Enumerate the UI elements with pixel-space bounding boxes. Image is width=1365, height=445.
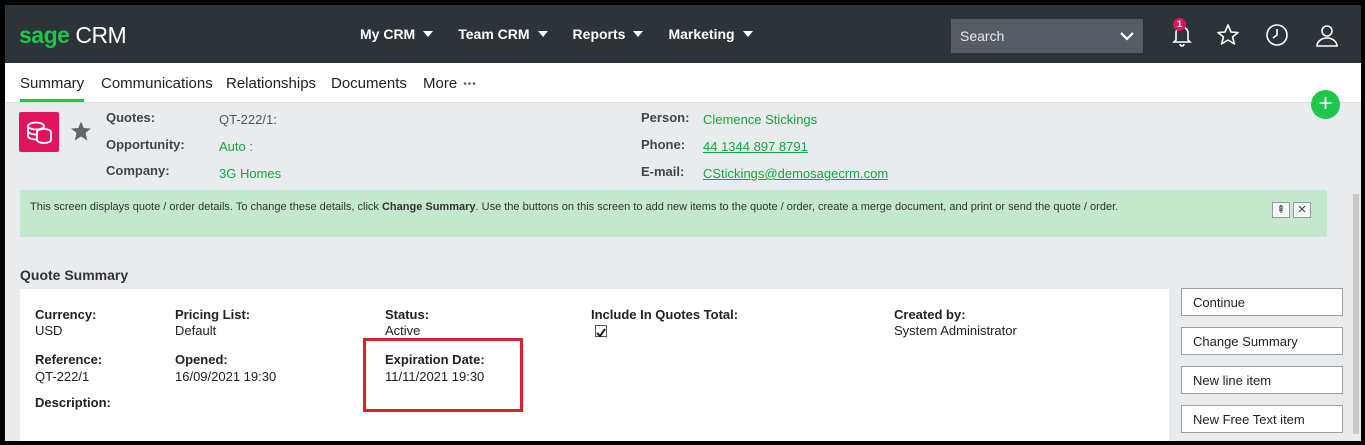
main-nav: My CRM Team CRM Reports Marketing (360, 5, 778, 63)
tab-communications[interactable]: Communications (101, 75, 213, 92)
include-quotes-total-label: Include In Quotes Total: (591, 307, 739, 322)
notification-badge: 1 (1173, 18, 1186, 31)
phone-link[interactable]: 44 1344 897 8791 (703, 139, 808, 154)
opportunity-label: Opportunity: (106, 137, 185, 152)
reference-value: QT-222/1 (35, 369, 90, 384)
description-label: Description: (35, 395, 111, 410)
section-title: Quote Summary (20, 267, 129, 283)
nav-my-crm[interactable]: My CRM (360, 26, 434, 42)
new-line-item-button[interactable]: New line item (1181, 366, 1343, 394)
coins-icon (19, 112, 59, 152)
status-value: Active (385, 323, 421, 338)
vertical-scrollbar[interactable] (1352, 190, 1361, 441)
caret-down-icon (633, 31, 644, 37)
search-input[interactable] (951, 28, 1111, 44)
plus-icon: + (1318, 90, 1333, 117)
nav-marketing[interactable]: Marketing (668, 26, 753, 42)
check-icon (596, 328, 606, 338)
info-banner: This screen displays quote / order detai… (20, 190, 1327, 237)
opened-label: Opened: (175, 352, 228, 367)
tab-summary[interactable]: Summary (20, 75, 85, 102)
caret-down-icon (742, 31, 753, 37)
highlight-box (363, 338, 523, 412)
close-icon[interactable]: ✕ (1293, 202, 1311, 218)
currency-value: USD (35, 323, 63, 338)
opportunity-value[interactable]: Auto : (219, 139, 253, 154)
clock-icon[interactable] (1264, 22, 1290, 48)
currency-label: Currency: (35, 307, 97, 322)
company-label: Company: (106, 163, 170, 178)
sage-crm-logo[interactable]: sage CRM (19, 22, 127, 49)
email-link[interactable]: CStickings@demosagecrm.com (703, 166, 888, 181)
search-box (951, 19, 1143, 53)
info-message: This screen displays quote / order detai… (30, 201, 1119, 213)
status-label: Status: (385, 307, 430, 322)
user-icon[interactable] (1314, 22, 1340, 48)
person-value[interactable]: Clemence Stickings (703, 112, 817, 127)
add-button[interactable]: + (1311, 90, 1340, 119)
pricing-list-value: Default (175, 323, 217, 338)
scrollbar-thumb[interactable] (1353, 194, 1359, 434)
more-dots-icon: ••• (463, 78, 477, 90)
include-quotes-total-checkbox (595, 325, 607, 338)
star-icon[interactable] (1215, 22, 1241, 48)
expand-help-icon[interactable]: ⇞ (1272, 202, 1290, 218)
tab-more[interactable]: More ••• (423, 75, 477, 92)
continue-button[interactable]: Continue (1181, 288, 1343, 316)
pricing-list-label: Pricing List: (175, 307, 251, 322)
person-label: Person: (641, 110, 690, 125)
nav-reports[interactable]: Reports (573, 26, 644, 42)
caret-down-icon (423, 31, 434, 37)
caret-down-icon (537, 31, 548, 37)
opened-value: 16/09/2021 19:30 (175, 369, 277, 384)
nav-team-crm[interactable]: Team CRM (458, 26, 548, 42)
change-summary-button[interactable]: Change Summary (1181, 327, 1343, 355)
favorite-star-icon[interactable] (70, 120, 92, 142)
app-frame: sage CRM My CRM Team CRM Reports Marketi… (5, 5, 1361, 441)
phone-label: Phone: (641, 137, 686, 152)
chevron-down-icon[interactable] (1119, 28, 1135, 44)
tab-relationships[interactable]: Relationships (226, 75, 316, 92)
reference-label: Reference: (35, 352, 103, 367)
new-free-text-item-button[interactable]: New Free Text item (1181, 405, 1343, 433)
created-by-label: Created by: (894, 307, 966, 322)
quotes-value: QT-222/1: (219, 112, 277, 127)
email-label: E-mail: (641, 164, 685, 179)
created-by-value: System Administrator (894, 323, 1017, 338)
tab-documents[interactable]: Documents (331, 75, 407, 92)
company-value[interactable]: 3G Homes (219, 166, 281, 181)
top-bar: sage CRM My CRM Team CRM Reports Marketi… (5, 5, 1361, 63)
record-tabs: Summary Communications Relationships Doc… (5, 63, 1361, 103)
quotes-label: Quotes: (106, 110, 156, 125)
